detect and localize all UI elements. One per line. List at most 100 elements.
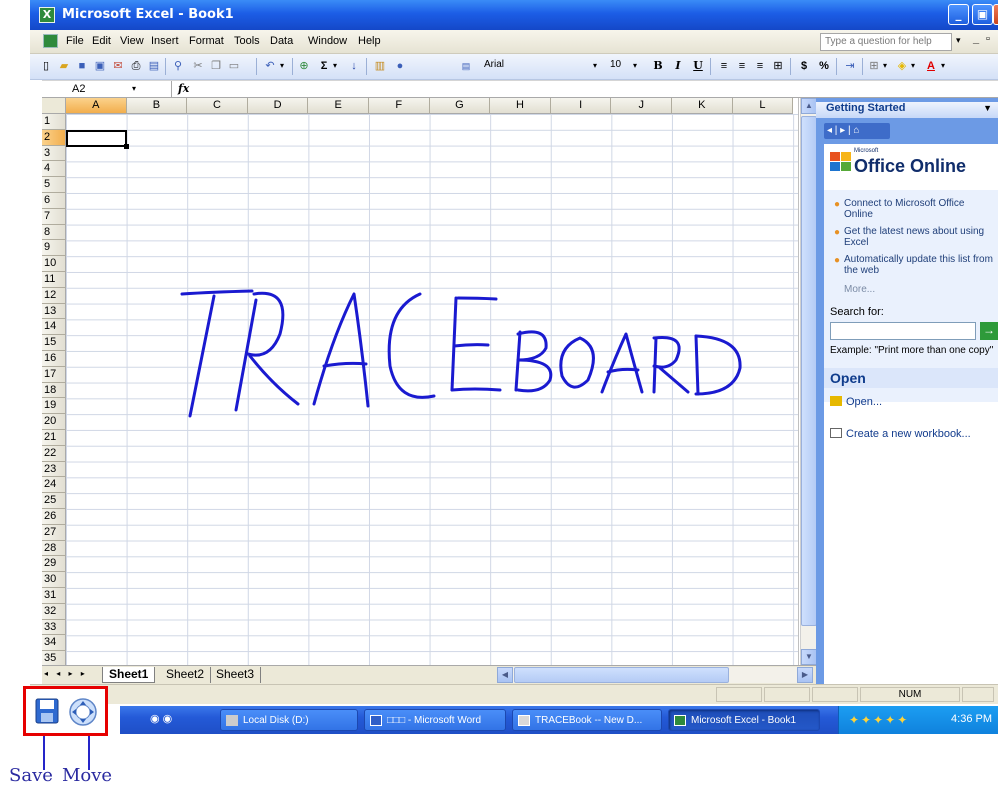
scroll-up-icon[interactable]: ▲ xyxy=(801,98,817,114)
paste-icon[interactable]: ▭ xyxy=(226,58,242,74)
excel-app-icon: X xyxy=(39,7,55,23)
tab-sheet1[interactable]: Sheet1 xyxy=(102,667,156,683)
office-online-logo[interactable]: Microsoft Office Online xyxy=(854,148,966,177)
task-pane: Getting Started ▼ ◂ | ▸ | ⌂ Microsoft Of… xyxy=(816,98,998,684)
floppy-save-icon[interactable] xyxy=(35,698,59,724)
fill-color-icon[interactable]: ◈ xyxy=(894,58,910,74)
toolbar-options-icon[interactable]: ▤ xyxy=(458,58,474,74)
merge-center-icon[interactable]: ⊞ xyxy=(770,58,786,74)
new-icon[interactable]: ▯ xyxy=(38,58,54,74)
open-icon[interactable]: ▰ xyxy=(56,58,72,74)
ink-stroke-t xyxy=(180,289,254,296)
move-arrows-icon[interactable] xyxy=(68,697,98,727)
task-pane-nav-buttons[interactable]: ◂ | ▸ | ⌂ xyxy=(824,123,890,139)
email-icon[interactable]: ✉ xyxy=(110,58,126,74)
autosum-icon[interactable]: Σ xyxy=(316,58,332,74)
help-icon[interactable]: ● xyxy=(392,58,408,74)
menu-tools[interactable]: Tools xyxy=(234,35,260,47)
borders-dropdown-icon[interactable]: ▾ xyxy=(883,61,887,70)
menu-help[interactable]: Help xyxy=(358,35,381,47)
font-size-dropdown-icon[interactable]: ▾ xyxy=(633,61,637,70)
menu-format[interactable]: Format xyxy=(189,35,224,47)
search-input[interactable] xyxy=(830,322,976,340)
document-icon[interactable] xyxy=(43,34,58,48)
underline-button[interactable]: U xyxy=(690,58,706,74)
taskbar-tracebook[interactable]: TRACEBook -- New D... xyxy=(512,709,662,731)
scroll-right-icon[interactable]: ▶ xyxy=(797,667,813,683)
menu-view[interactable]: View xyxy=(120,35,144,47)
close-button[interactable] xyxy=(993,4,998,25)
bullet-auto-update[interactable]: ● Automatically update this list from the… xyxy=(834,254,994,276)
bullet-connect[interactable]: ● Connect to Microsoft Office Online xyxy=(834,198,994,220)
horizontal-scrollbar[interactable]: ◀ ▶ xyxy=(497,667,813,683)
menu-window[interactable]: Window xyxy=(308,35,347,47)
font-name-select[interactable]: Arial xyxy=(482,57,592,75)
horizontal-scroll-thumb[interactable] xyxy=(514,667,729,683)
chart-wizard-icon[interactable]: ▥ xyxy=(372,58,388,74)
document-minimize-button[interactable]: _ xyxy=(973,33,979,45)
help-search-input[interactable]: Type a question for help xyxy=(820,33,952,51)
hyperlink-icon[interactable]: ⊕ xyxy=(296,58,312,74)
tray-icons[interactable]: ✦✦✦✦✦ xyxy=(849,713,909,727)
percent-button[interactable]: % xyxy=(816,58,832,74)
vertical-scroll-thumb[interactable] xyxy=(801,116,817,626)
italic-button[interactable]: I xyxy=(670,58,686,74)
research-icon[interactable]: ⚲ xyxy=(170,58,186,74)
align-right-icon[interactable]: ≡ xyxy=(752,58,768,74)
vertical-scrollbar[interactable]: ▲ ▼ xyxy=(800,98,817,665)
undo-icon[interactable]: ↶ xyxy=(262,58,278,74)
scroll-left-icon[interactable]: ◀ xyxy=(497,667,513,683)
help-dropdown-icon[interactable]: ▾ xyxy=(956,35,961,46)
document-restore-button[interactable]: ▫ xyxy=(986,33,990,45)
quick-launch-icons[interactable]: ◉ ◉ xyxy=(150,712,172,725)
align-left-icon[interactable]: ≡ xyxy=(716,58,732,74)
task-pane-dropdown-icon[interactable]: ▼ xyxy=(983,103,992,113)
taskbar-local-disk[interactable]: Local Disk (D:) xyxy=(220,709,358,731)
align-center-icon[interactable]: ≡ xyxy=(734,58,750,74)
more-link[interactable]: More... xyxy=(844,284,875,295)
sheet-navigation-icons[interactable]: ◂ ◂ ▸ ▸ xyxy=(44,669,88,678)
increase-indent-icon[interactable]: ⇥ xyxy=(842,58,858,74)
tab-sheet2[interactable]: Sheet2 xyxy=(160,667,212,683)
menu-file[interactable]: File xyxy=(66,35,84,47)
print-preview-icon[interactable]: ▤ xyxy=(146,58,162,74)
minimize-button[interactable]: _ xyxy=(948,4,969,25)
insert-function-icon[interactable]: fx xyxy=(178,82,189,95)
font-color-dropdown-icon[interactable]: ▾ xyxy=(941,61,945,70)
tab-sheet3[interactable]: Sheet3 xyxy=(210,667,262,683)
font-color-button[interactable]: A xyxy=(923,58,939,74)
taskbar-excel[interactable]: Microsoft Excel - Book1 xyxy=(668,709,820,731)
fill-color-dropdown-icon[interactable]: ▾ xyxy=(911,61,915,70)
bold-button[interactable]: B xyxy=(650,58,666,74)
word-icon xyxy=(370,715,382,726)
search-go-button[interactable]: → xyxy=(980,322,998,340)
menu-data[interactable]: Data xyxy=(270,35,293,47)
title-bar: X Microsoft Excel - Book1 _ ▣ xyxy=(30,0,998,30)
create-workbook-link[interactable]: Create a new workbook... xyxy=(830,428,971,440)
menu-edit[interactable]: Edit xyxy=(92,35,111,47)
formula-input[interactable] xyxy=(202,81,992,98)
autosum-dropdown-icon[interactable]: ▾ xyxy=(333,61,337,70)
restore-button[interactable]: ▣ xyxy=(972,4,993,25)
sort-ascending-icon[interactable]: ↓ xyxy=(346,58,362,74)
num-lock-indicator: NUM xyxy=(860,687,960,702)
undo-dropdown-icon[interactable]: ▾ xyxy=(280,61,284,70)
borders-icon[interactable]: ⊞ xyxy=(866,58,882,74)
name-box-dropdown-icon[interactable]: ▾ xyxy=(132,84,136,93)
toolbar-callout-box xyxy=(23,686,108,736)
handwriting-ink-layer xyxy=(180,289,742,418)
open-link[interactable]: Open... xyxy=(830,396,882,408)
name-box[interactable]: A2 xyxy=(42,81,172,98)
menu-insert[interactable]: Insert xyxy=(151,35,179,47)
taskbar-word[interactable]: □□□ - Microsoft Word xyxy=(364,709,506,731)
print-icon[interactable]: ⎙ xyxy=(128,58,144,74)
scroll-down-icon[interactable]: ▼ xyxy=(801,649,817,665)
font-name-dropdown-icon[interactable]: ▾ xyxy=(593,61,597,70)
permission-icon[interactable]: ▣ xyxy=(92,58,108,74)
bullet-latest-news[interactable]: ● Get the latest news about using Excel xyxy=(834,226,994,248)
save-icon[interactable]: ■ xyxy=(74,58,90,74)
cut-icon[interactable]: ✂ xyxy=(190,58,206,74)
clock[interactable]: 4:36 PM xyxy=(951,713,992,725)
copy-icon[interactable]: ❐ xyxy=(208,58,224,74)
currency-button[interactable]: $ xyxy=(796,58,812,74)
